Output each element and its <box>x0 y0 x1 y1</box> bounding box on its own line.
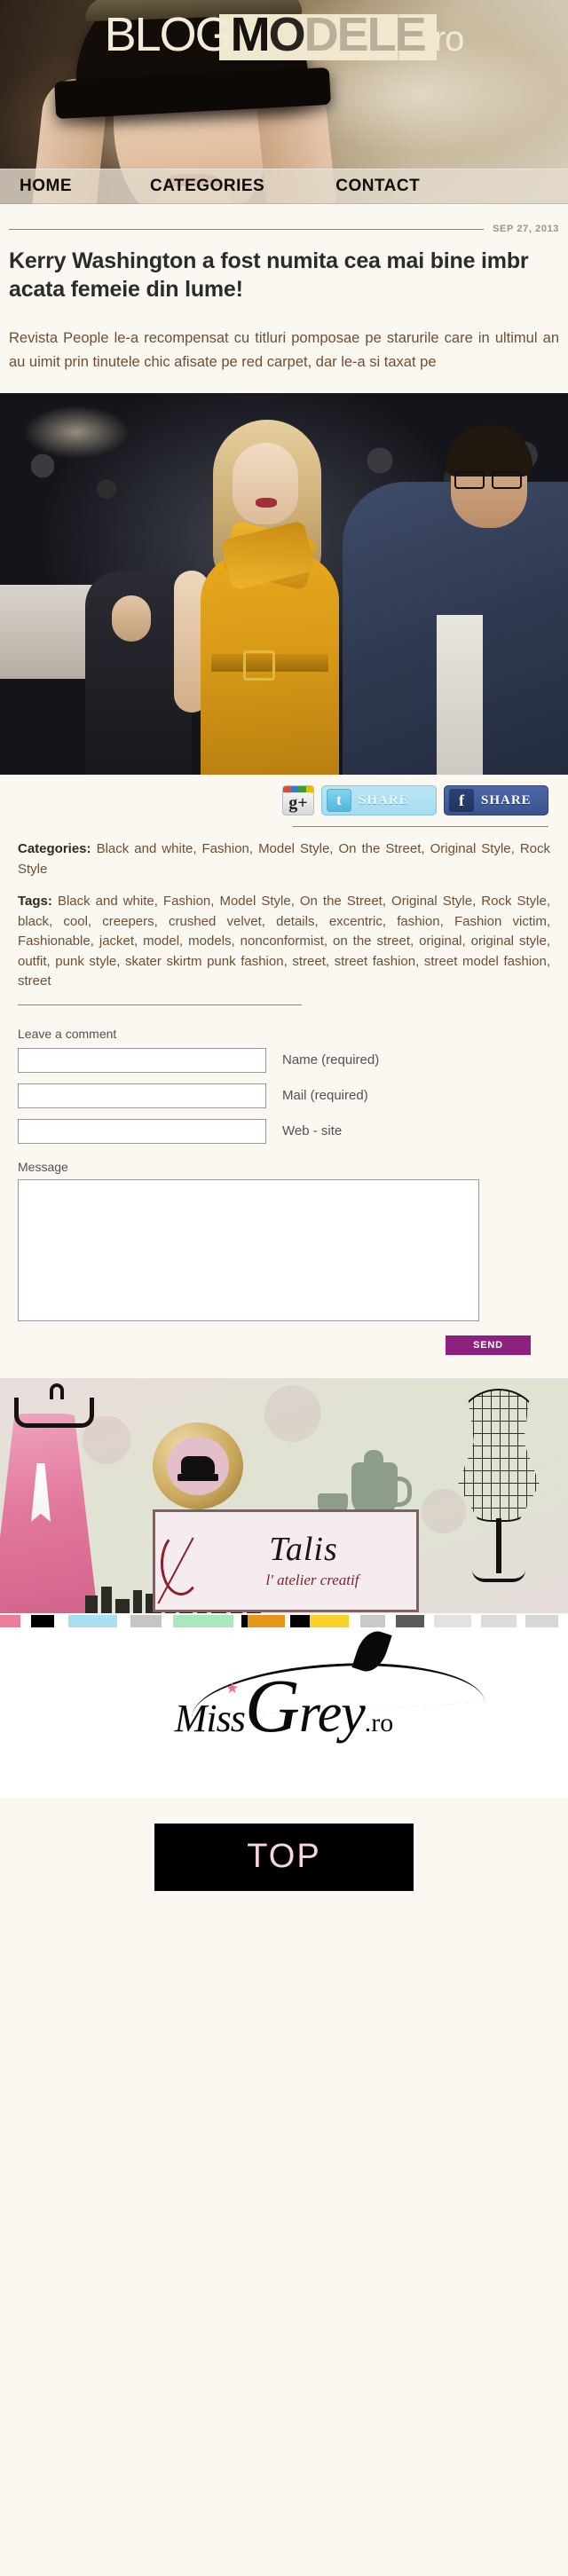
color-swatch <box>517 1614 525 1627</box>
color-swatch <box>525 1614 559 1627</box>
photo-dress-belt <box>211 650 328 681</box>
dateline-rule <box>9 228 485 230</box>
talis-mannequin <box>449 1383 548 1587</box>
color-swatch <box>558 1614 568 1627</box>
page-root: BLOGMODELE.ro HOME CATEGORIES CONTACT SE… <box>0 0 568 1953</box>
message-label: Message <box>18 1159 68 1174</box>
scroll-to-top-button[interactable]: TOP <box>154 1823 414 1891</box>
missgrey-top-color-strip <box>0 1614 568 1627</box>
sewing-machine-icon <box>178 1451 218 1481</box>
post-date: SEP 27, 2013 <box>493 224 559 234</box>
post-excerpt: Revista People le-a recompensat cu titlu… <box>9 330 559 370</box>
post-meta: Categories: Black and white, Fashion, Mo… <box>9 827 559 992</box>
tags-line: Tags: Black and white, Fashion, Model St… <box>18 892 550 992</box>
post-featured-image <box>0 393 568 776</box>
footer-top-area: TOP <box>0 1796 568 1953</box>
talis-brand-name: Talis <box>269 1530 338 1568</box>
color-swatch <box>233 1614 242 1627</box>
talis-frame-inner <box>167 1436 229 1495</box>
mail-field-row: Mail (required) <box>18 1083 550 1108</box>
facebook-share-label: SHARE <box>481 792 532 807</box>
twitter-bird-icon: t <box>327 789 351 813</box>
photo-light-flare <box>23 406 130 460</box>
color-swatch <box>67 1614 118 1627</box>
color-swatch <box>20 1614 32 1627</box>
categories-line: Categories: Black and white, Fashion, Mo… <box>18 839 550 879</box>
website-label: Web - site <box>282 1123 343 1139</box>
color-swatch <box>173 1614 233 1627</box>
twitter-share-button[interactable]: t SHARE <box>321 785 437 816</box>
google-plus-label: g+ <box>288 793 308 814</box>
photo-man-glasses <box>454 471 522 490</box>
social-share-row: g+ t SHARE f SHARE <box>9 775 559 816</box>
talis-oval-frame <box>153 1422 243 1509</box>
website-input[interactable] <box>18 1118 266 1144</box>
main-navigation: HOME CATEGORIES CONTACT <box>0 169 568 204</box>
color-swatch <box>424 1614 435 1627</box>
nav-item-home[interactable]: HOME <box>7 177 84 196</box>
talis-hanger-icon <box>14 1397 94 1428</box>
color-swatch <box>241 1614 248 1627</box>
color-swatch <box>290 1614 310 1627</box>
color-swatch <box>117 1614 130 1627</box>
talis-label-card: Talis l' atelier creatif <box>153 1509 419 1612</box>
nav-item-contact[interactable]: CONTACT <box>323 177 432 196</box>
comment-form: Leave a comment Name (required) Mail (re… <box>9 1005 559 1355</box>
color-swatch <box>349 1614 360 1627</box>
color-swatch <box>434 1614 471 1627</box>
categories-value[interactable]: Black and white, Fashion, Model Style, O… <box>18 841 550 877</box>
banner-missgrey[interactable]: MissGrey.ro <box>0 1614 568 1797</box>
comment-form-heading: Leave a comment <box>18 1026 117 1041</box>
message-textarea[interactable] <box>18 1178 479 1321</box>
banner-talis[interactable]: Talis l' atelier creatif <box>0 1377 568 1613</box>
mail-input[interactable] <box>18 1083 266 1108</box>
photo-woman-lips <box>256 498 277 508</box>
tags-label: Tags: <box>18 894 52 910</box>
nav-item-categories[interactable]: CATEGORIES <box>138 177 277 196</box>
color-swatch <box>53 1614 68 1627</box>
name-input[interactable] <box>18 1047 266 1073</box>
photo-left-hand <box>112 595 151 642</box>
talis-hanger-hook-icon <box>50 1383 64 1399</box>
mannequin-body-icon <box>458 1388 540 1522</box>
twitter-share-label: SHARE <box>359 792 409 807</box>
color-swatch <box>359 1614 385 1627</box>
color-swatch <box>309 1614 350 1627</box>
missgrey-word-tld: .ro <box>364 1708 394 1738</box>
color-swatch <box>384 1614 396 1627</box>
send-button-row: SEND <box>18 1321 550 1355</box>
send-button[interactable]: SEND <box>446 1335 531 1355</box>
missgrey-logo: MissGrey.ro <box>0 1627 568 1784</box>
talis-tagline: l' atelier creatif <box>265 1571 359 1588</box>
mannequin-stand <box>496 1517 501 1573</box>
website-field-row: Web - site <box>18 1118 550 1144</box>
photo-man-shirt <box>437 615 483 776</box>
article: SEP 27, 2013 Kerry Washington a fost num… <box>0 204 568 1355</box>
mail-label: Mail (required) <box>282 1088 368 1104</box>
site-header: BLOGMODELE.ro HOME CATEGORIES CONTACT <box>0 0 568 204</box>
name-field-row: Name (required) <box>18 1047 550 1073</box>
color-swatch <box>0 1614 20 1627</box>
categories-label: Categories: <box>18 841 91 857</box>
color-swatch <box>284 1614 291 1627</box>
name-label: Name (required) <box>282 1052 380 1068</box>
color-swatch <box>31 1614 54 1627</box>
page-title: Kerry Washington a fost numita cea mai b… <box>9 248 529 302</box>
google-plus-stripes-icon <box>283 786 313 793</box>
color-swatch <box>395 1614 425 1627</box>
facebook-share-button[interactable]: f SHARE <box>444 785 548 816</box>
mannequin-foot <box>472 1570 525 1582</box>
color-swatch <box>247 1614 285 1627</box>
dateline: SEP 27, 2013 <box>9 204 559 234</box>
facebook-f-icon: f <box>449 789 474 813</box>
color-swatch <box>470 1614 481 1627</box>
color-swatch <box>161 1614 174 1627</box>
photo-woman-head <box>233 443 298 525</box>
tags-value[interactable]: Black and white, Fashion, Model Style, O… <box>18 894 550 989</box>
color-swatch <box>130 1614 162 1627</box>
color-swatch <box>480 1614 517 1627</box>
google-plus-share-button[interactable]: g+ <box>282 785 314 816</box>
